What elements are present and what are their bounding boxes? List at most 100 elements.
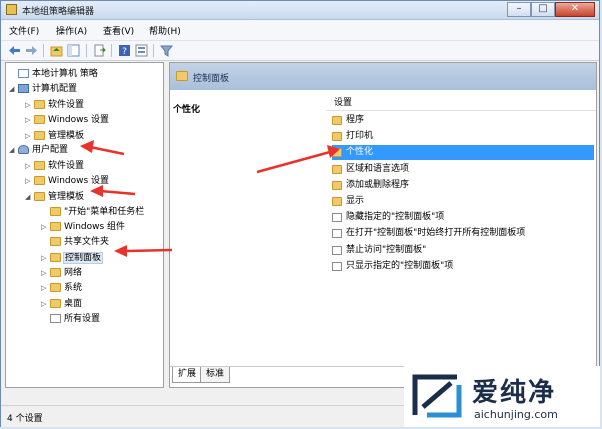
export-list-icon[interactable] <box>93 44 106 57</box>
tree-item-label: 系统 <box>64 283 83 293</box>
tree-item[interactable]: ▷ 控制面板 <box>41 251 104 265</box>
maximize-button[interactable]: □ <box>531 2 555 17</box>
description-title: 个性化 <box>173 105 201 115</box>
tree-item[interactable]: ◢ 计算机配置 <box>9 82 77 96</box>
policy-setting-row[interactable]: 隐藏指定的"控制面板"项 <box>332 210 594 225</box>
tree-item-label: 用户配置 <box>32 145 69 155</box>
minimize-button[interactable]: – <box>507 2 531 17</box>
tree-item[interactable]: ◢ 管理模板 <box>25 190 84 204</box>
menu-action[interactable]: 操作(A) <box>56 24 87 37</box>
policy-setting-row[interactable]: 禁止访问"控制面板" <box>332 243 594 258</box>
watermark-brand: 爱纯净 <box>472 378 557 408</box>
menu-file[interactable]: 文件(F) <box>9 24 39 37</box>
details-header-title: 控制面板 <box>193 74 230 84</box>
expander-icon[interactable]: ▷ <box>41 266 49 280</box>
tree-item-label: 控制面板 <box>62 252 104 264</box>
folder-icon <box>34 192 45 201</box>
tree-item[interactable]: ▷ Windows 组件 <box>41 220 125 234</box>
menu-help[interactable]: 帮助(H) <box>149 24 181 37</box>
policy-setting-row[interactable]: 只显示指定的"控制面板"项 <box>332 259 594 274</box>
tab-standard[interactable]: 标准 <box>200 367 231 383</box>
tree-item-label: "开始"菜单和任务栏 <box>64 207 145 217</box>
expander-icon[interactable]: ▷ <box>25 174 33 188</box>
expander-icon[interactable]: ◢ <box>9 143 17 157</box>
setting-label: 在打开"控制面板"时始终打开所有控制面板项 <box>346 228 526 239</box>
menu-view[interactable]: 查看(V) <box>103 24 134 37</box>
tree-item[interactable]: 共享文件夹 <box>41 235 109 249</box>
help-icon[interactable]: ? <box>118 44 131 57</box>
forward-icon[interactable] <box>25 44 38 57</box>
setting-label: 添加或删除程序 <box>346 179 410 190</box>
pane-splitter[interactable] <box>165 62 168 388</box>
expander-icon[interactable]: ▷ <box>41 297 49 311</box>
show-hide-tree-icon[interactable] <box>67 44 80 57</box>
expander-icon[interactable]: ▷ <box>41 251 49 265</box>
properties-icon[interactable] <box>135 44 148 57</box>
tree-item-label: 网络 <box>64 268 83 278</box>
settings-folder-row[interactable]: 程序 <box>332 113 594 128</box>
tree-item[interactable]: ▷ Windows 设置 <box>25 174 109 188</box>
policy-setting-row[interactable]: 在打开"控制面板"时始终打开所有控制面板项 <box>332 226 594 241</box>
filter-icon[interactable] <box>160 44 173 57</box>
watermark-url: aichunjing.com <box>474 408 558 421</box>
tree-item[interactable]: ◢ 用户配置 <box>9 143 68 157</box>
settings-folder-row[interactable]: 打印机 <box>332 129 594 144</box>
setting-label: 程序 <box>346 115 365 125</box>
tree-item-label: Windows 组件 <box>64 222 126 232</box>
settings-folder-row[interactable]: 个性化 <box>332 145 594 161</box>
up-folder-icon[interactable] <box>50 44 63 57</box>
folder-icon <box>34 176 45 185</box>
tree-item[interactable]: ▷ 软件设置 <box>25 159 84 173</box>
folder-icon <box>34 100 45 109</box>
expander-icon[interactable]: ▷ <box>25 113 33 127</box>
settings-folder-row[interactable]: 显示 <box>332 194 594 209</box>
expander-icon[interactable]: ▷ <box>25 98 33 112</box>
expander-icon[interactable]: ▷ <box>41 220 49 234</box>
settings-column-header[interactable]: 设置 <box>326 96 596 111</box>
details-header: 控制面板 <box>170 63 596 90</box>
tree-item[interactable]: 所有设置 <box>41 312 100 326</box>
expander-icon[interactable]: ◢ <box>25 190 33 204</box>
close-button[interactable]: ✕ <box>555 2 595 17</box>
tree-item-label: 计算机配置 <box>32 84 78 94</box>
policy-editor-window: 本地组策略编辑器 – □ ✕ 文件(F) 操作(A) 查看(V) 帮助(H) ?… <box>0 0 600 427</box>
tree-item[interactable]: ▷ 桌面 <box>41 297 82 311</box>
policy-setting-icon <box>332 245 342 255</box>
tree-item[interactable]: ▷ Windows 设置 <box>25 113 109 127</box>
folder-icon <box>332 148 342 158</box>
tree-item-label: 桌面 <box>64 299 83 309</box>
folder-icon <box>50 237 61 246</box>
watermark-logo <box>412 374 462 418</box>
expander-icon[interactable]: ▷ <box>41 281 49 295</box>
tree-item-label: 所有设置 <box>64 314 101 324</box>
menu-bar: 文件(F) 操作(A) 查看(V) 帮助(H) <box>1 20 599 41</box>
setting-label: 区域和语言选项 <box>346 163 410 174</box>
tree-item[interactable]: ▷ 软件设置 <box>25 98 84 112</box>
toolbar: ? <box>1 41 599 61</box>
folder-icon <box>332 132 342 142</box>
tree-item[interactable]: ▷ 网络 <box>41 266 82 280</box>
folder-icon <box>332 197 342 206</box>
folder-icon <box>34 161 45 170</box>
expander-icon[interactable]: ◢ <box>9 82 17 96</box>
tab-extended[interactable]: 扩展 <box>172 367 203 383</box>
expander-icon[interactable]: ▷ <box>25 159 33 173</box>
tree-item[interactable]: ▷ 管理模板 <box>25 129 84 143</box>
settings-folder-row[interactable]: 区域和语言选项 <box>332 162 594 177</box>
back-icon[interactable] <box>8 44 21 57</box>
tree-item-label: 共享文件夹 <box>64 237 110 247</box>
title-bar: 本地组策略编辑器 – □ ✕ <box>1 1 599 20</box>
expander-icon[interactable]: ▷ <box>25 129 33 143</box>
details-pane: 控制面板 个性化 设置 程序 打印机 个性化 区域和语言选项 添加或删除程序 显示 隐藏指定… <box>169 62 597 388</box>
tree-item[interactable]: 本地计算机 策略 <box>9 67 98 81</box>
folder-icon <box>34 115 45 124</box>
tree-item[interactable]: ▷ 系统 <box>41 281 82 295</box>
setting-label: 打印机 <box>346 131 374 142</box>
tree-item-label: 管理模板 <box>48 131 85 141</box>
settings-folder-row[interactable]: 添加或删除程序 <box>332 178 594 193</box>
watermark: 爱纯净 aichunjing.com <box>404 366 600 427</box>
document-icon <box>50 314 61 323</box>
tree-item[interactable]: "开始"菜单和任务栏 <box>41 205 144 219</box>
folder-icon <box>332 164 342 174</box>
tree-item-label: Windows 设置 <box>48 115 110 125</box>
